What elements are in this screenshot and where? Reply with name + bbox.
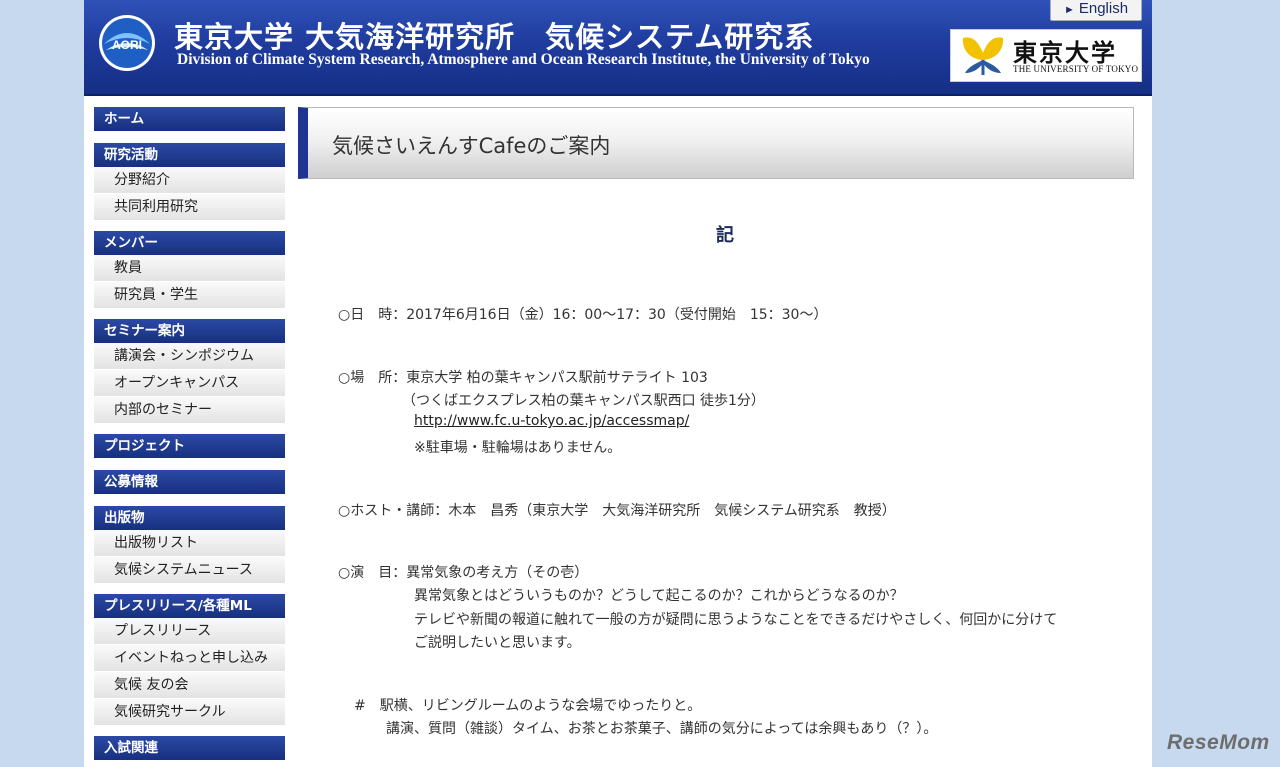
place-access: （つくばエクスプレス柏の葉キャンパス駅西口 徒歩1分） — [402, 393, 765, 409]
page-title: 気候さいえんすCafeのご案内 — [332, 134, 611, 158]
sidebar-item-recruit[interactable]: 公募情報 — [94, 470, 285, 494]
topic-desc-1: 異常気象とはどういうものか？どうして起こるのか？これからどうなるのか？ — [414, 588, 904, 604]
sidebar-section-seminar[interactable]: セミナー案内 — [94, 319, 285, 343]
topic-desc-3: ご説明したいと思います。 — [414, 635, 581, 651]
sidebar-item-open-campus[interactable]: オープンキャンパス — [94, 370, 285, 397]
sidebar-item-joint-research[interactable]: 共同利用研究 — [94, 194, 285, 221]
place-line: ○場 所：東京大学 柏の葉キャンパス駅前サテライト 103 — [338, 370, 708, 386]
sidebar-item-event-signup[interactable]: イベントねっと申し込み — [94, 645, 285, 672]
sidebar-item-circle[interactable]: 気候研究サークル — [94, 699, 285, 726]
page-title-box: 気候さいえんすCafeのご案内 — [298, 107, 1134, 179]
utokyo-logo[interactable]: 東京大学 THE UNIVERSITY OF TOKYO — [950, 29, 1142, 82]
utokyo-logo-jp: 東京大学 — [1013, 38, 1117, 67]
resemom-watermark: ReseMom — [1167, 731, 1270, 754]
note-line-1: # 駅横、リビングルームのような会場でゆったりと。 — [354, 698, 702, 714]
page: AORI 東京大学 大気海洋研究所 気候システム研究系 Division of … — [84, 0, 1152, 767]
sidebar-item-project[interactable]: プロジェクト — [94, 434, 285, 458]
sidebar-item-friends[interactable]: 気候 友の会 — [94, 672, 285, 699]
topic-desc-2: テレビや新聞の報道に触れて一般の方が疑問に思うようなことをできるだけやさしく、何… — [414, 612, 1058, 628]
english-link[interactable]: ► English — [1050, 0, 1142, 21]
sidebar-item-climate-news[interactable]: 気候システムニュース — [94, 557, 285, 584]
sidebar-item-internal-seminar[interactable]: 内部のセミナー — [94, 397, 285, 424]
site-title: 東京大学 大気海洋研究所 気候システム研究系 — [174, 20, 815, 54]
aori-logo-text: AORI — [112, 38, 142, 52]
sidebar-section-members[interactable]: メンバー — [94, 231, 285, 255]
sidebar-nav: ホーム 研究活動 分野紹介 共同利用研究 メンバー 教員 研究員・学生 セミナー… — [94, 107, 285, 760]
sidebar-item-researchers-students[interactable]: 研究員・学生 — [94, 282, 285, 309]
ginkgo-leaf-icon — [962, 37, 1004, 75]
sidebar-item-symposium[interactable]: 講演会・シンポジウム — [94, 343, 285, 370]
arrow-right-icon: ► — [1063, 4, 1075, 16]
access-map-link[interactable]: http://www.fc.u-tokyo.ac.jp/accessmap/ — [414, 413, 689, 429]
section-heading: 記 — [716, 225, 734, 246]
aori-logo[interactable]: AORI — [98, 14, 156, 72]
main-content: 気候さいえんすCafeのご案内 記 ○日 時：2017年6月16日（金）16：0… — [298, 107, 1135, 767]
sidebar-item-faculty[interactable]: 教員 — [94, 255, 285, 282]
utokyo-logo-en: THE UNIVERSITY OF TOKYO — [1013, 64, 1139, 74]
site-subtitle: Division of Climate System Research, Atm… — [177, 51, 870, 68]
host-line: ○ホスト・講師：木本 昌秀（東京大学 大気海洋研究所 気候システム研究系 教授） — [338, 503, 896, 519]
date-line: ○日 時：2017年6月16日（金）16：00～17：30（受付開始 15：30… — [338, 307, 828, 323]
sidebar-section-research[interactable]: 研究活動 — [94, 143, 285, 167]
sidebar-section-press[interactable]: プレスリリース/各種ML — [94, 594, 285, 618]
sidebar-item-publication-list[interactable]: 出版物リスト — [94, 530, 285, 557]
sidebar-item-press-release[interactable]: プレスリリース — [94, 618, 285, 645]
place-note: ※駐車場・駐輪場はありません。 — [414, 440, 622, 456]
sidebar-section-publications[interactable]: 出版物 — [94, 506, 285, 530]
site-header: AORI 東京大学 大気海洋研究所 気候システム研究系 Division of … — [84, 0, 1152, 96]
sidebar-item-home[interactable]: ホーム — [94, 107, 285, 131]
topic-line: ○演 目：異常気象の考え方（その壱） — [338, 565, 589, 581]
sidebar-item-admission[interactable]: 入試関連 — [94, 736, 285, 760]
note-line-2: 講演、質問（雑談）タイム、お茶とお茶菓子、講師の気分によっては余興もあり（？）。 — [386, 721, 938, 737]
english-link-label: English — [1078, 0, 1129, 17]
place-url-wrap: http://www.fc.u-tokyo.ac.jp/accessmap/ — [414, 413, 689, 429]
sidebar-item-fields[interactable]: 分野紹介 — [94, 167, 285, 194]
